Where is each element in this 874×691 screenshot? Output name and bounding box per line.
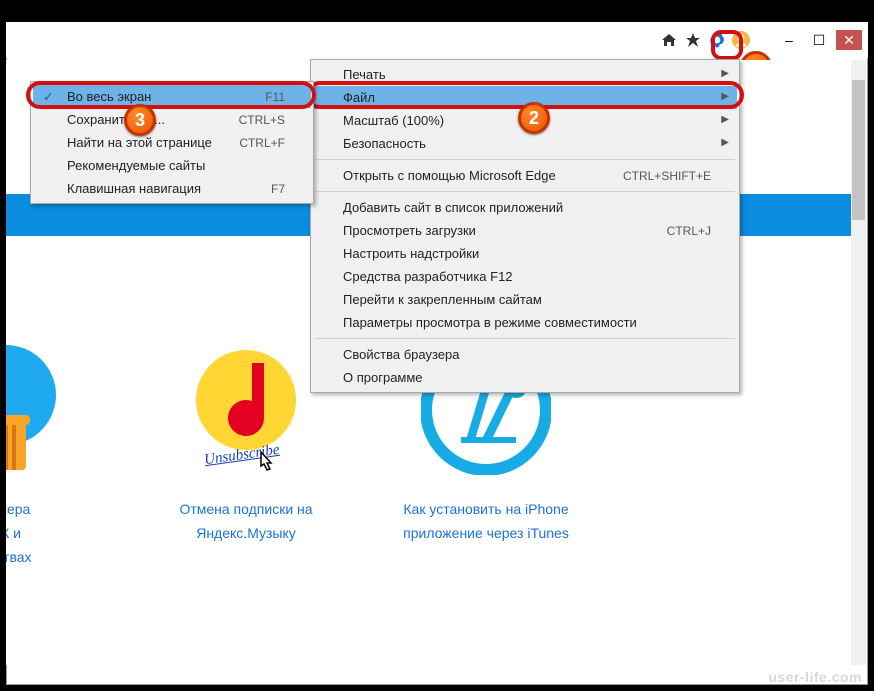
home-icon[interactable] bbox=[658, 29, 680, 51]
menu-item-label: Параметры просмотра в режиме совместимос… bbox=[343, 315, 711, 330]
menu-item-label: Печать bbox=[343, 67, 711, 82]
chevron-right-icon: ▶ bbox=[721, 114, 729, 125]
tools-menu-item[interactable]: Средства разработчика F12 bbox=[313, 265, 737, 288]
card-2[interactable]: Unsubscribe Отмена подписки на Яндекс.Му… bbox=[156, 340, 336, 569]
tools-menu-item[interactable]: Свойства браузера bbox=[313, 343, 737, 366]
tools-menu-item[interactable]: Добавить сайт в список приложений bbox=[313, 196, 737, 219]
tools-menu-item[interactable]: Безопасность ▶ bbox=[313, 132, 737, 155]
callout-2: 2 bbox=[518, 102, 550, 134]
menu-item-label: Средства разработчика F12 bbox=[343, 269, 711, 284]
menu-item-label: Клавишная навигация bbox=[67, 181, 271, 196]
tools-menu-item[interactable]: Настроить надстройки bbox=[313, 242, 737, 265]
callout-3: 3 bbox=[124, 104, 156, 136]
chevron-right-icon: ▶ bbox=[721, 68, 729, 79]
menu-item-label: Просмотреть загрузки bbox=[343, 223, 667, 238]
card-2-link[interactable]: Отмена подписки на Яндекс.Музыку bbox=[179, 501, 312, 541]
tools-menu-item[interactable]: Открыть с помощью Microsoft EdgeCTRL+SHI… bbox=[313, 164, 737, 187]
scrollbar-thumb[interactable] bbox=[852, 80, 865, 220]
star-icon[interactable] bbox=[682, 29, 704, 51]
menu-separator bbox=[315, 159, 735, 160]
card-1[interactable]: нджера ПК и ойствах bbox=[6, 340, 96, 569]
check-icon: ✓ bbox=[43, 89, 54, 105]
gear-icon[interactable] bbox=[706, 29, 728, 51]
tools-menu-item[interactable]: Печать ▶ bbox=[313, 63, 737, 86]
file-submenu: ✓Во весь экранF11Сохранить как...CTRL+SН… bbox=[30, 81, 314, 204]
menu-separator bbox=[315, 338, 735, 339]
user-icon[interactable] bbox=[730, 29, 752, 51]
menu-item-label: Рекомендуемые сайты bbox=[67, 158, 285, 173]
chevron-right-icon: ▶ bbox=[721, 91, 729, 102]
tools-menu-item[interactable]: Просмотреть загрузкиCTRL+J bbox=[313, 219, 737, 242]
file-submenu-item[interactable]: Сохранить как...CTRL+S bbox=[33, 108, 311, 131]
menu-item-label: О программе bbox=[343, 370, 711, 385]
tools-menu-item[interactable]: Параметры просмотра в режиме совместимос… bbox=[313, 311, 737, 334]
file-submenu-item[interactable]: Рекомендуемые сайты bbox=[33, 154, 311, 177]
vertical-scrollbar[interactable] bbox=[851, 60, 866, 665]
menu-shortcut: F7 bbox=[271, 182, 285, 196]
file-submenu-item[interactable]: Найти на этой страницеCTRL+F bbox=[33, 131, 311, 154]
chevron-right-icon: ▶ bbox=[721, 137, 729, 148]
file-submenu-item[interactable]: ✓ Во весь экранF11 bbox=[33, 85, 311, 108]
file-submenu-item[interactable]: Клавишная навигацияF7 bbox=[33, 177, 311, 200]
titlebar: – ☐ ✕ bbox=[6, 22, 868, 58]
menu-shortcut: F11 bbox=[265, 90, 285, 104]
card-3-link[interactable]: Как установить на iPhone приложение чере… bbox=[403, 501, 569, 541]
menu-item-label: Добавить сайт в список приложений bbox=[343, 200, 711, 215]
menu-shortcut: CTRL+S bbox=[239, 113, 285, 127]
menu-item-label: Во весь экран bbox=[67, 89, 265, 104]
maximize-button[interactable]: ☐ bbox=[806, 30, 832, 50]
menu-item-label: Найти на этой странице bbox=[67, 135, 239, 150]
menu-item-label: Свойства браузера bbox=[343, 347, 711, 362]
card-1-link[interactable]: нджера ПК и ойствах bbox=[6, 501, 32, 565]
menu-item-label: Перейти к закрепленным сайтам bbox=[343, 292, 711, 307]
tools-menu-item[interactable]: О программе bbox=[313, 366, 737, 389]
menu-item-label: Настроить надстройки bbox=[343, 246, 711, 261]
menu-item-label: Безопасность bbox=[343, 136, 711, 151]
menu-shortcut: CTRL+F bbox=[239, 136, 285, 150]
close-button[interactable]: ✕ bbox=[836, 30, 862, 50]
menu-item-label: Открыть с помощью Microsoft Edge bbox=[343, 168, 623, 183]
minimize-button[interactable]: – bbox=[776, 30, 802, 50]
cursor-icon bbox=[254, 448, 284, 478]
menu-separator bbox=[315, 191, 735, 192]
menu-shortcut: CTRL+SHIFT+E bbox=[623, 169, 711, 183]
tools-menu-item[interactable]: Перейти к закрепленным сайтам bbox=[313, 288, 737, 311]
menu-shortcut: CTRL+J bbox=[667, 224, 711, 238]
watermark: user-life.com bbox=[768, 669, 862, 685]
